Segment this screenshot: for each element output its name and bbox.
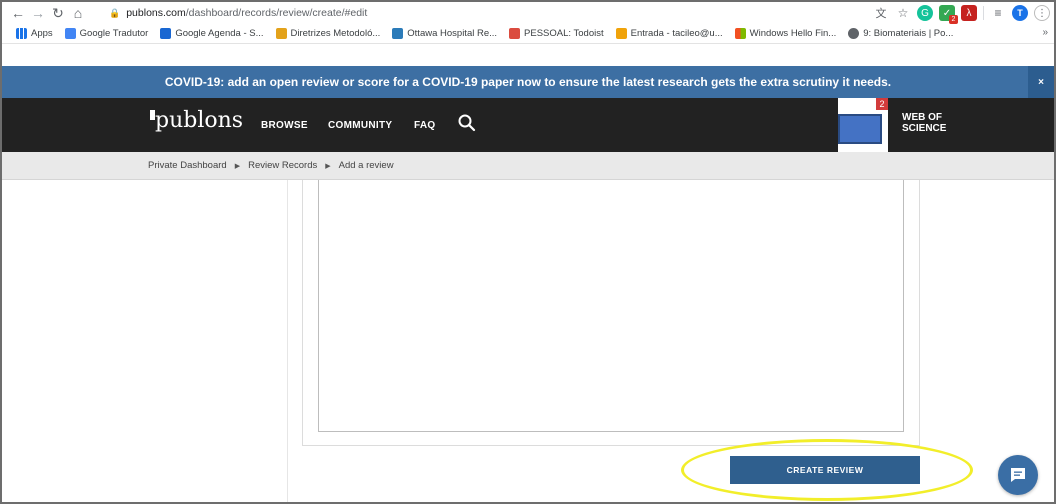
diretrizes-icon <box>275 28 287 39</box>
bookmark-diretrizes[interactable]: Diretrizes Metodoló... <box>275 28 380 39</box>
windows-icon <box>734 28 746 39</box>
browser-toolbar: ← → ↻ ⌂ 🔒 publons.com/dashboard/records/… <box>2 2 1054 24</box>
nav-browse[interactable]: BROWSE <box>261 120 308 131</box>
bookmark-entrada[interactable]: Entrada - tacileo@u... <box>615 28 723 39</box>
profile-avatar[interactable]: T <box>1012 5 1028 21</box>
left-sidebar <box>2 180 288 502</box>
publons-logo[interactable]: publons <box>150 108 243 133</box>
reload-icon[interactable]: ↻ <box>48 3 68 23</box>
pdf-icon[interactable]: λ <box>961 5 977 21</box>
bookmark-todoist[interactable]: PESSOAL: Todoist <box>509 28 604 39</box>
forward-icon[interactable]: → <box>28 3 48 23</box>
bookmark-apps[interactable]: Apps <box>16 28 53 39</box>
translate-icon[interactable]: 文 <box>873 5 889 21</box>
chat-button[interactable] <box>998 455 1038 495</box>
breadcrumb: Private Dashboard ▶ Review Records ▶ Add… <box>2 152 1054 180</box>
media-icon[interactable]: ≡ <box>990 5 1006 21</box>
grammarly-icon[interactable]: G <box>917 5 933 21</box>
lock-icon: 🔒 <box>109 7 121 18</box>
nav-faq[interactable]: FAQ <box>414 120 435 131</box>
review-textarea[interactable] <box>318 180 904 432</box>
bookmark-ottawa-hospital[interactable]: Ottawa Hospital Re... <box>392 28 497 39</box>
star-icon[interactable]: ☆ <box>895 5 911 21</box>
bookmark-google-tradutor[interactable]: Google Tradutor <box>64 28 148 39</box>
ad-thumbnail[interactable]: 2 <box>838 98 888 152</box>
apps-icon <box>16 28 27 39</box>
search-icon[interactable] <box>457 113 477 133</box>
bookmarks-bar: Apps Google Tradutor Google Agenda - S..… <box>2 24 1054 44</box>
ad-image <box>838 114 882 144</box>
breadcrumb-private-dashboard[interactable]: Private Dashboard <box>148 160 227 171</box>
breadcrumb-add-review: Add a review <box>338 160 394 171</box>
globe-icon <box>848 28 860 39</box>
url-host: publons.com <box>126 7 186 19</box>
banner-close-button[interactable]: × <box>1028 66 1054 98</box>
breadcrumb-review-records[interactable]: Review Records <box>248 160 317 171</box>
banner-text: COVID-19: add an open review or score fo… <box>164 75 892 89</box>
breadcrumb-arrow-icon: ▶ <box>325 162 331 170</box>
todoist-icon <box>509 28 521 39</box>
bookmark-windows-hello[interactable]: Windows Hello Fin... <box>734 28 836 39</box>
translate-bookmark-icon <box>64 28 76 39</box>
url-path: /dashboard/records/review/create/#edit <box>185 7 368 19</box>
create-review-button[interactable]: CREATE REVIEW <box>730 456 920 484</box>
site-header: publons BROWSE COMMUNITY FAQ 2 WEB OF SC… <box>2 98 1054 152</box>
calendar-icon <box>160 28 172 39</box>
toolbar-divider <box>983 6 984 20</box>
check-extension-icon[interactable]: ✓ 2 <box>939 5 958 24</box>
home-icon[interactable]: ⌂ <box>68 3 88 23</box>
bookmark-biomateriais[interactable]: 9: Biomateriais | Po... <box>848 28 953 39</box>
address-bar[interactable]: 🔒 publons.com/dashboard/records/review/c… <box>109 4 869 22</box>
mail-icon <box>615 28 627 39</box>
ad-badge: 2 <box>876 98 888 110</box>
ottawa-icon <box>392 28 404 39</box>
bookmark-google-agenda[interactable]: Google Agenda - S... <box>160 28 264 39</box>
bookmarks-overflow-icon[interactable]: » <box>1042 27 1048 38</box>
web-of-science-link[interactable]: WEB OF SCIENCE <box>902 112 946 134</box>
extensions-area: 文 ☆ G ✓ 2 λ ≡ T ⋮ <box>873 4 1050 24</box>
back-icon[interactable]: ← <box>8 3 28 23</box>
covid-banner: COVID-19: add an open review or score fo… <box>2 66 1054 98</box>
breadcrumb-arrow-icon: ▶ <box>234 162 241 170</box>
extension-badge: 2 <box>949 15 958 24</box>
menu-icon[interactable]: ⋮ <box>1034 5 1050 21</box>
chat-icon <box>1011 468 1025 482</box>
nav-community[interactable]: COMMUNITY <box>328 120 392 131</box>
browser-window: ← → ↻ ⌂ 🔒 publons.com/dashboard/records/… <box>0 0 1056 504</box>
